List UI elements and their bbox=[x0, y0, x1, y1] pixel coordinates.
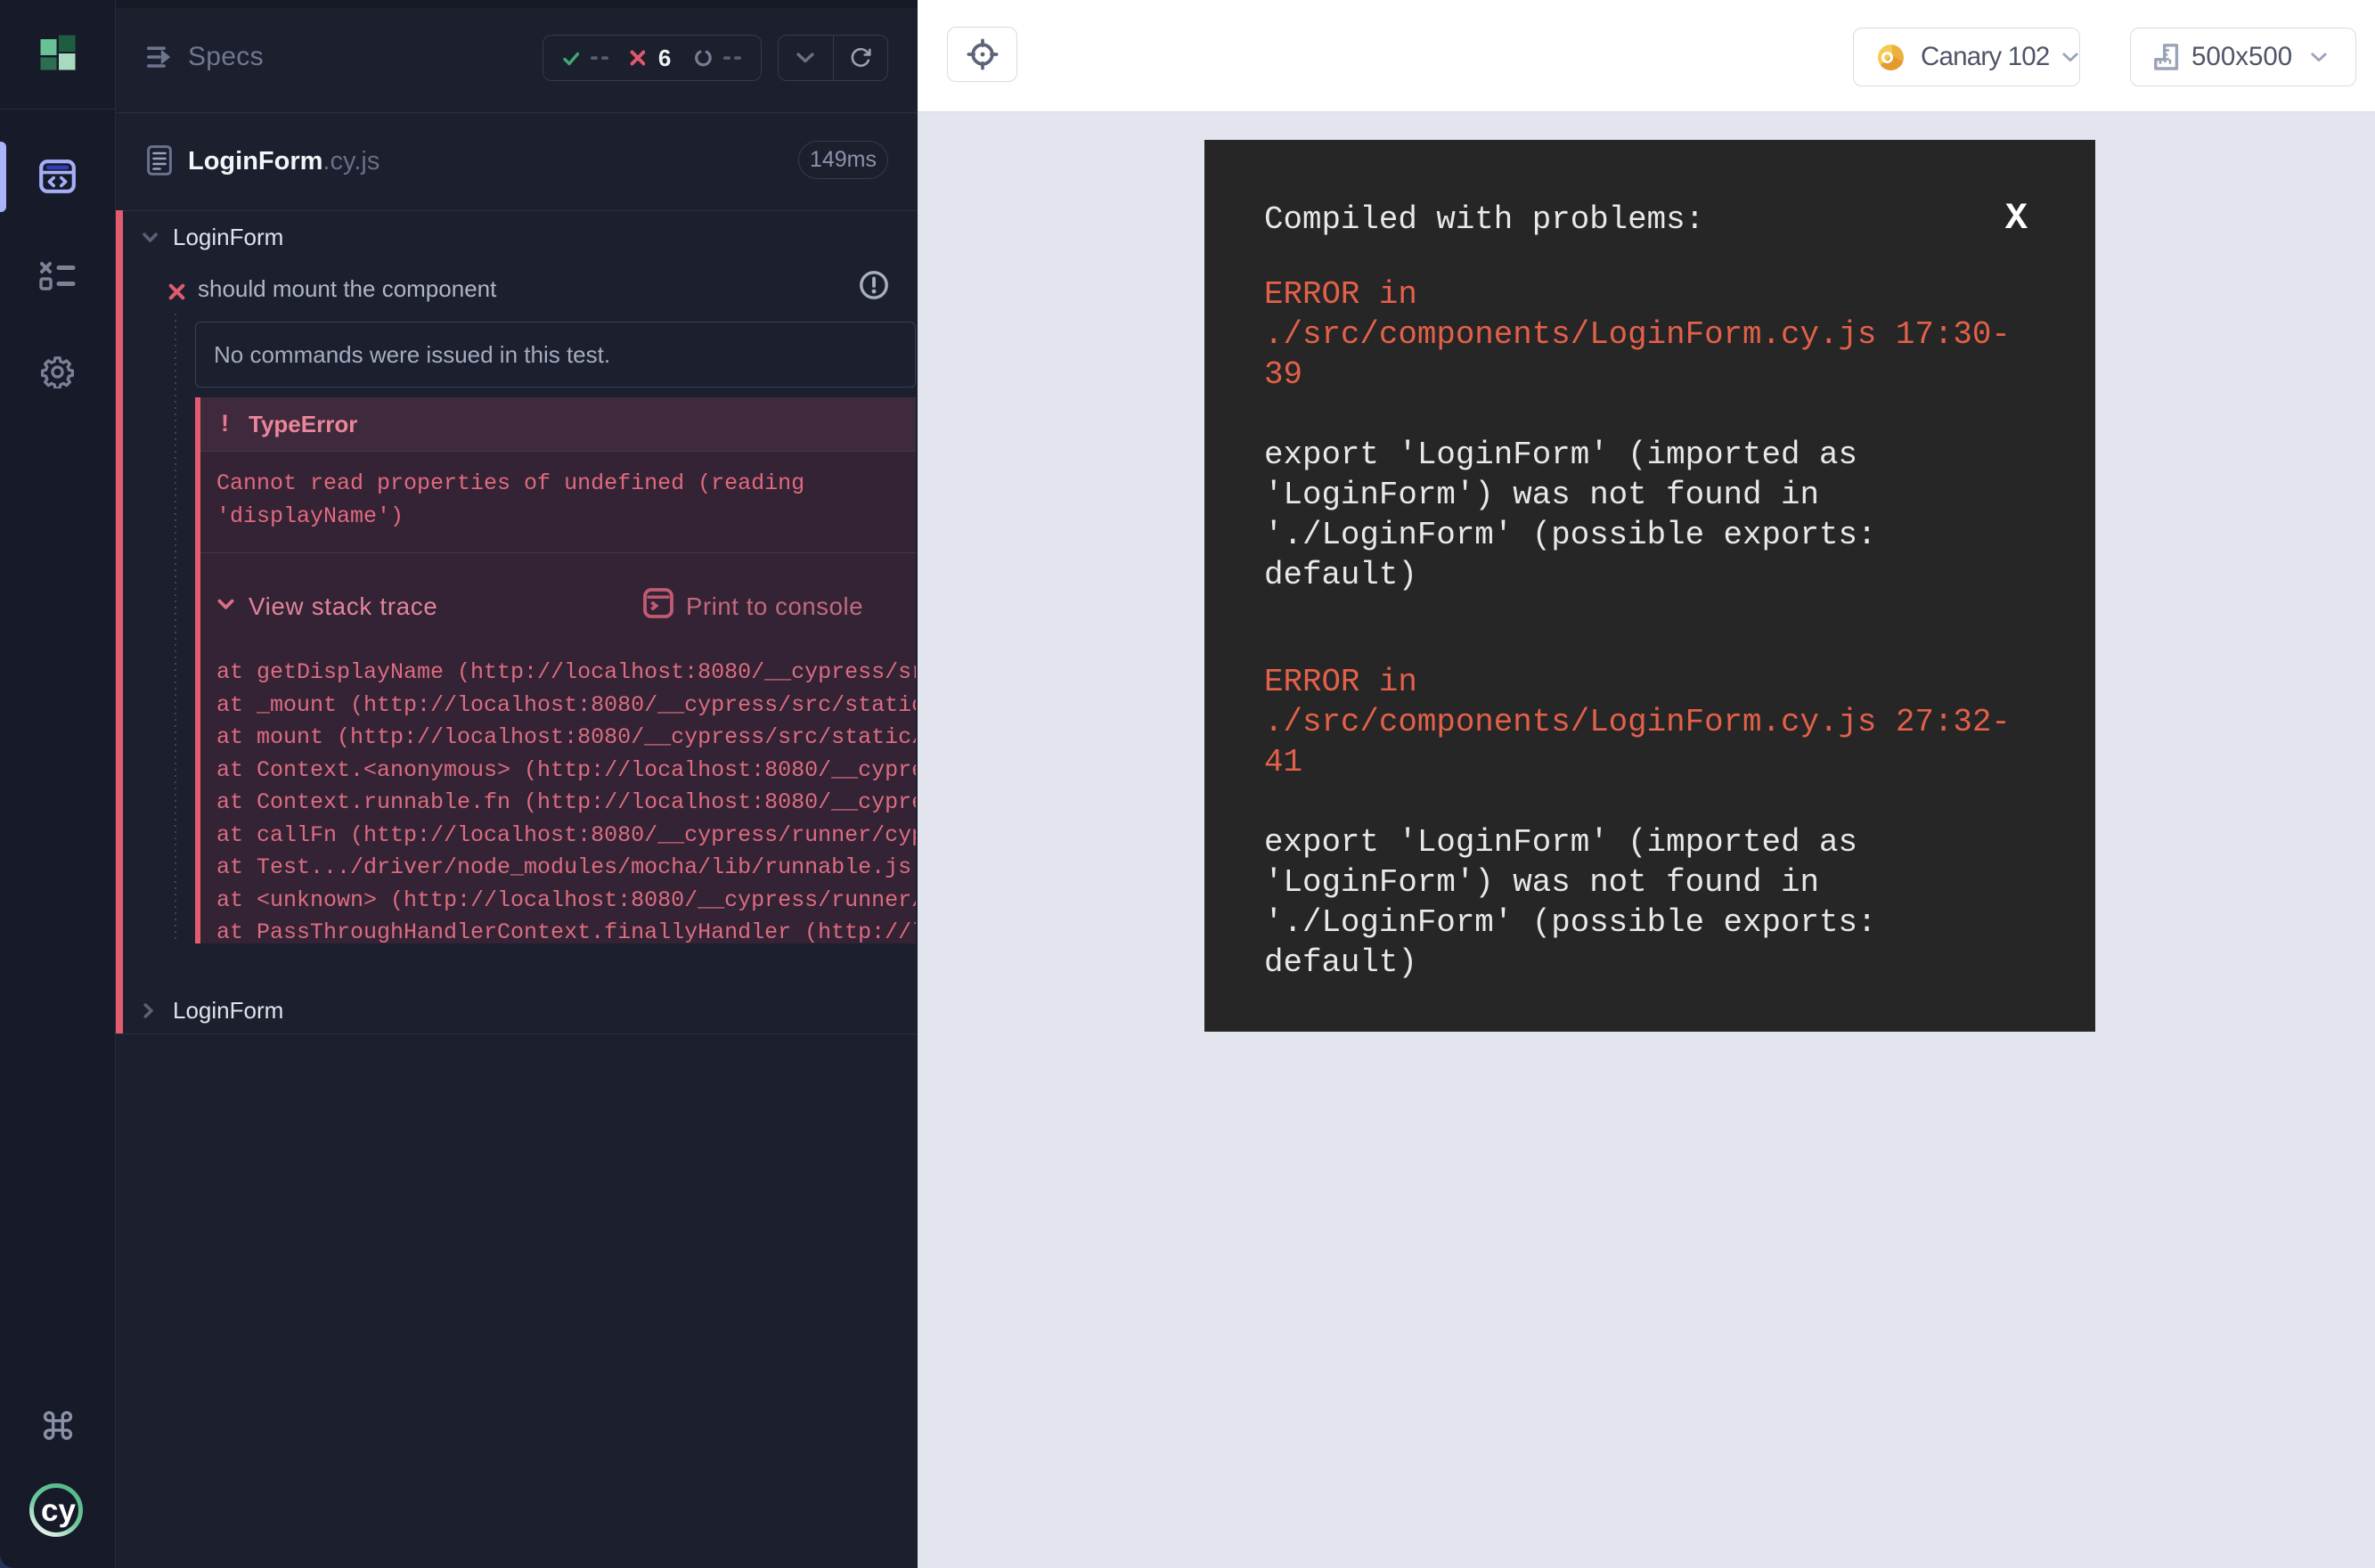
svg-text:cy: cy bbox=[41, 1493, 76, 1528]
